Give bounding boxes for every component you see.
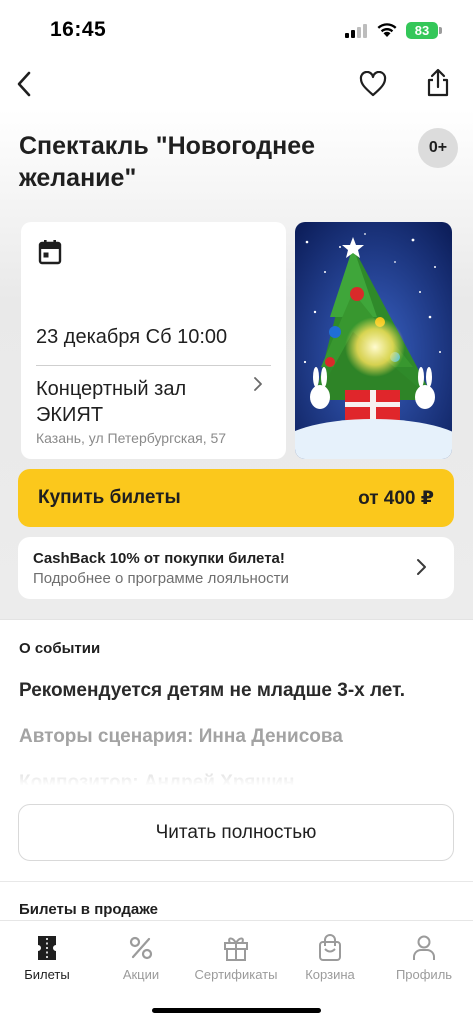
tab-label: Акции: [122, 967, 160, 982]
section-divider: [0, 881, 473, 882]
description-line: Рекомендуется детям не младше 3-х лет.: [19, 680, 406, 701]
tickets-heading: Билеты в продаже: [19, 901, 159, 918]
share-icon: [427, 68, 449, 97]
tab-profile[interactable]: Профиль: [379, 931, 469, 991]
tab-label: Корзина: [305, 967, 355, 982]
event-info-card: 23 декабря Сб 10:00 Концертный зал ЭКИЯТ…: [21, 222, 286, 459]
cashback-title: CashBack 10% от покупки билета!: [33, 550, 285, 567]
venue-link[interactable]: Концертный зал ЭКИЯТ Казань, ул Петербур…: [21, 366, 286, 456]
tab-cart[interactable]: Корзина: [285, 931, 375, 991]
tab-promotions[interactable]: Акции: [96, 931, 186, 991]
status-time: 16:45: [50, 18, 107, 41]
buy-tickets-button[interactable]: Купить билеты от 400 ₽: [18, 469, 454, 527]
battery-indicator: 83: [406, 22, 438, 39]
buy-tickets-label: Купить билеты: [38, 487, 181, 508]
basket-icon: [315, 933, 345, 963]
home-indicator: [152, 1008, 321, 1013]
heart-icon: [359, 71, 387, 97]
signal-icon: [345, 24, 369, 38]
chevron-right-icon: [253, 376, 263, 397]
venue-address: Казань, ул Петербургская, 57: [36, 430, 227, 446]
percent-icon: [126, 933, 156, 963]
tab-tickets[interactable]: Билеты: [2, 931, 92, 991]
status-bar: 16:45 83: [0, 0, 473, 60]
about-heading: О событии: [19, 640, 101, 657]
description-line: Композитор: Андрей Хрящин: [19, 772, 295, 792]
tab-label: Профиль: [395, 967, 453, 982]
profile-icon: [409, 933, 439, 963]
tab-certificates[interactable]: Сертификаты: [191, 931, 281, 991]
cashback-subtitle: Подробнее о программе лояльности: [33, 570, 289, 587]
description-line: Авторы сценария: Инна Денисова: [19, 726, 343, 747]
favorite-button[interactable]: [355, 66, 391, 102]
event-title: Спектакль "Новогоднее желание": [19, 132, 316, 192]
age-rating-badge: 0+: [418, 128, 458, 168]
gift-icon: [221, 933, 251, 963]
read-more-button[interactable]: Читать полностью: [18, 804, 454, 861]
cashback-banner[interactable]: CashBack 10% от покупки билета! Подробне…: [18, 537, 454, 599]
chevron-left-icon: [17, 71, 31, 97]
share-button[interactable]: [420, 64, 456, 102]
calendar-icon: [38, 239, 62, 270]
wifi-icon: [376, 21, 398, 43]
venue-name: Концертный зал ЭКИЯТ: [36, 378, 187, 426]
event-poster-image[interactable]: [295, 222, 452, 459]
ticket-icon: [32, 933, 62, 963]
ticket-price: от 400 ₽: [358, 488, 434, 509]
section-divider: [0, 619, 473, 620]
tab-label: Сертификаты: [194, 967, 278, 982]
chevron-right-icon: [416, 558, 427, 581]
tab-label: Билеты: [24, 967, 70, 982]
back-button[interactable]: [6, 66, 42, 102]
description-fade: Композитор: Андрей Хрящин: [19, 770, 459, 792]
battery-tip: [439, 27, 442, 34]
event-date-time: 23 декабря Сб 10:00: [36, 326, 228, 348]
